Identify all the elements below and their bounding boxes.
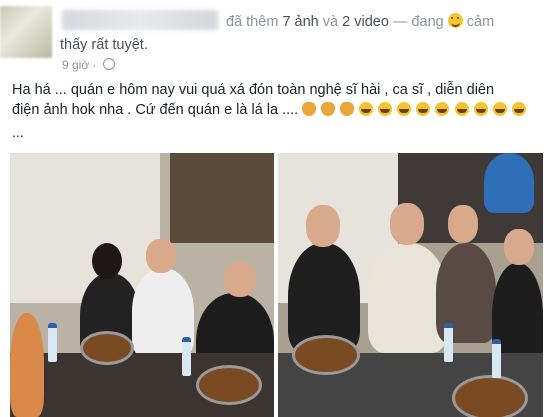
photos-link[interactable]: 7 ảnh — [282, 14, 318, 30]
rolling-laughing-icon — [378, 102, 393, 116]
and-text: và — [322, 14, 339, 30]
photo-person — [10, 313, 44, 417]
videos-link[interactable]: 2 video — [342, 14, 389, 30]
photo-person-face — [146, 239, 176, 273]
photo-bottle — [444, 323, 453, 362]
post-photo-1[interactable] — [10, 153, 274, 417]
globe-icon[interactable] — [102, 58, 115, 70]
rolling-laughing-icon — [359, 102, 374, 116]
clapping-hands-icon — [340, 102, 355, 116]
rolling-laughing-icon — [454, 102, 469, 116]
rolling-laughing-icon — [397, 102, 412, 116]
rolling-laughing-icon — [435, 102, 450, 116]
rolling-laughing-icon — [511, 102, 526, 116]
added-text: đã thêm — [226, 14, 279, 30]
clapping-hands-icon — [302, 102, 317, 116]
photo-person-face — [224, 261, 256, 297]
post-line-2-text: điện ảnh hok nha . Cứ đến quán e là lá l… — [12, 102, 299, 118]
photo-hotpot — [196, 365, 262, 405]
photo-hotpot — [452, 375, 528, 417]
feeling-line: thấy rất tuyệt. — [60, 37, 148, 53]
post-line-1: Ha há ... quán e hôm nay vui quá xá đón … — [12, 82, 495, 98]
photo-bottle — [182, 337, 191, 376]
post-ellipsis: ... — [12, 124, 24, 140]
post-header-text: đã thêm 7 ảnh và 2 video — đang cảm — [226, 13, 494, 30]
photo-person-head — [92, 243, 122, 279]
photo-person-face — [504, 229, 534, 265]
feeling-word: cảm — [466, 14, 495, 30]
photo-hotpot — [292, 335, 360, 375]
photo-bottle — [48, 323, 57, 362]
rolling-laughing-icon — [416, 102, 431, 116]
laughing-face-icon — [447, 13, 463, 28]
post-photo-2[interactable] — [278, 153, 543, 417]
photo-hotpot — [80, 331, 134, 365]
author-avatar[interactable] — [0, 6, 52, 58]
author-name-blurred[interactable] — [62, 10, 218, 30]
rolling-laughing-icon — [492, 102, 507, 116]
post-line-2: điện ảnh hok nha . Cứ đến quán e là lá l… — [12, 100, 540, 120]
post-body: Ha há ... quán e hôm nay vui quá xá đón … — [12, 80, 540, 120]
post-time[interactable]: 9 giờ · — [62, 58, 97, 72]
photo-person-face — [306, 205, 340, 247]
rolling-laughing-icon — [473, 102, 488, 116]
post-meta: 9 giờ · — [62, 58, 115, 72]
photo-person — [484, 153, 534, 213]
photo-person-face — [390, 203, 424, 245]
photo-background — [170, 153, 274, 243]
photo-person-face — [448, 205, 478, 243]
photo-bottle — [492, 339, 501, 378]
photo-wall — [10, 153, 160, 303]
feeling-prefix: — đang — [392, 14, 444, 30]
clapping-hands-icon — [321, 102, 336, 116]
